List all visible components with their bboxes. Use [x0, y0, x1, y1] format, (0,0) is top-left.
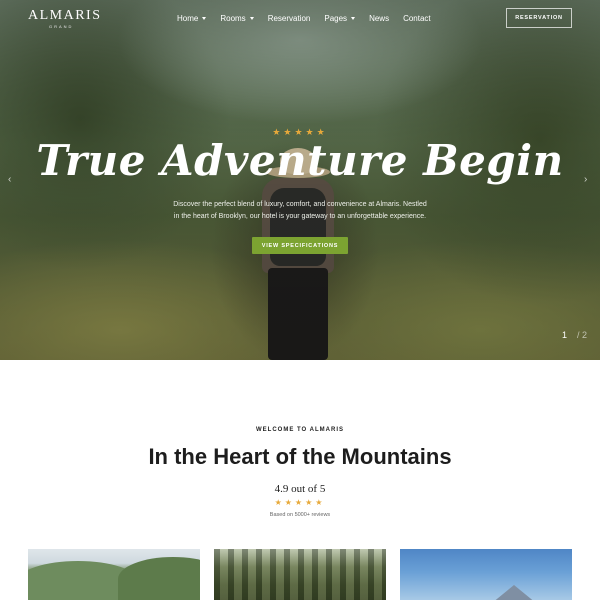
reviews-count: Based on 5000+ reviews [269, 512, 331, 518]
hero-description-line: Discover the perfect blend of luxury, co… [173, 201, 427, 208]
hero-slider: ALMARIS GRAND Home Rooms Reservation Pag… [0, 0, 600, 360]
hero-description-line: in the heart of Brooklyn, our hotel is y… [173, 213, 427, 220]
rating-stars: ★★★★★ [274, 498, 326, 507]
menu-item-reservation[interactable]: Reservation [268, 12, 311, 24]
menu-item-label: Contact [403, 13, 431, 23]
menu-item-rooms[interactable]: Rooms [220, 12, 254, 24]
slide-total: / 2 [577, 330, 588, 340]
chevron-down-icon [249, 16, 254, 20]
section-heading: In the Heart of the Mountains [148, 444, 452, 469]
section-eyebrow: WELCOME TO ALMARIS [256, 427, 344, 433]
menu-item-pages[interactable]: Pages [324, 12, 356, 24]
gallery-image-sky[interactable] [400, 549, 572, 600]
menu-item-home[interactable]: Home [177, 12, 207, 24]
menu-item-label: News [369, 13, 390, 23]
menu-item-contact[interactable]: Contact [403, 12, 431, 24]
main-menu: Home Rooms Reservation Pages News Contac… [177, 12, 445, 24]
gallery-image-mountains[interactable] [28, 549, 200, 600]
hero-description: Discover the perfect blend of luxury, co… [160, 199, 440, 223]
brand-logo[interactable]: ALMARIS [28, 8, 102, 24]
reservation-button[interactable]: RESERVATION [506, 8, 572, 28]
brand-tagline: GRAND [49, 24, 74, 29]
hero-title: True Adventure Begin [36, 136, 564, 185]
chevron-down-icon [202, 16, 207, 20]
gallery-image-forest[interactable] [214, 549, 386, 600]
menu-item-label: Rooms [220, 13, 246, 23]
menu-item-news[interactable]: News [369, 12, 389, 24]
slide-current: 1 [562, 330, 568, 340]
view-specifications-button[interactable]: VIEW SPECIFICATIONS [252, 237, 348, 254]
menu-item-label: Home [177, 13, 199, 23]
top-nav: ALMARIS GRAND Home Rooms Reservation Pag… [0, 0, 600, 36]
rating-score: 4.9 out of 5 [274, 483, 326, 495]
chevron-right-icon[interactable]: › [584, 174, 587, 185]
menu-item-label: Pages [324, 13, 348, 23]
chevron-left-icon[interactable]: ‹ [8, 174, 11, 185]
chevron-down-icon [351, 16, 356, 20]
menu-item-label: Reservation [267, 13, 311, 23]
